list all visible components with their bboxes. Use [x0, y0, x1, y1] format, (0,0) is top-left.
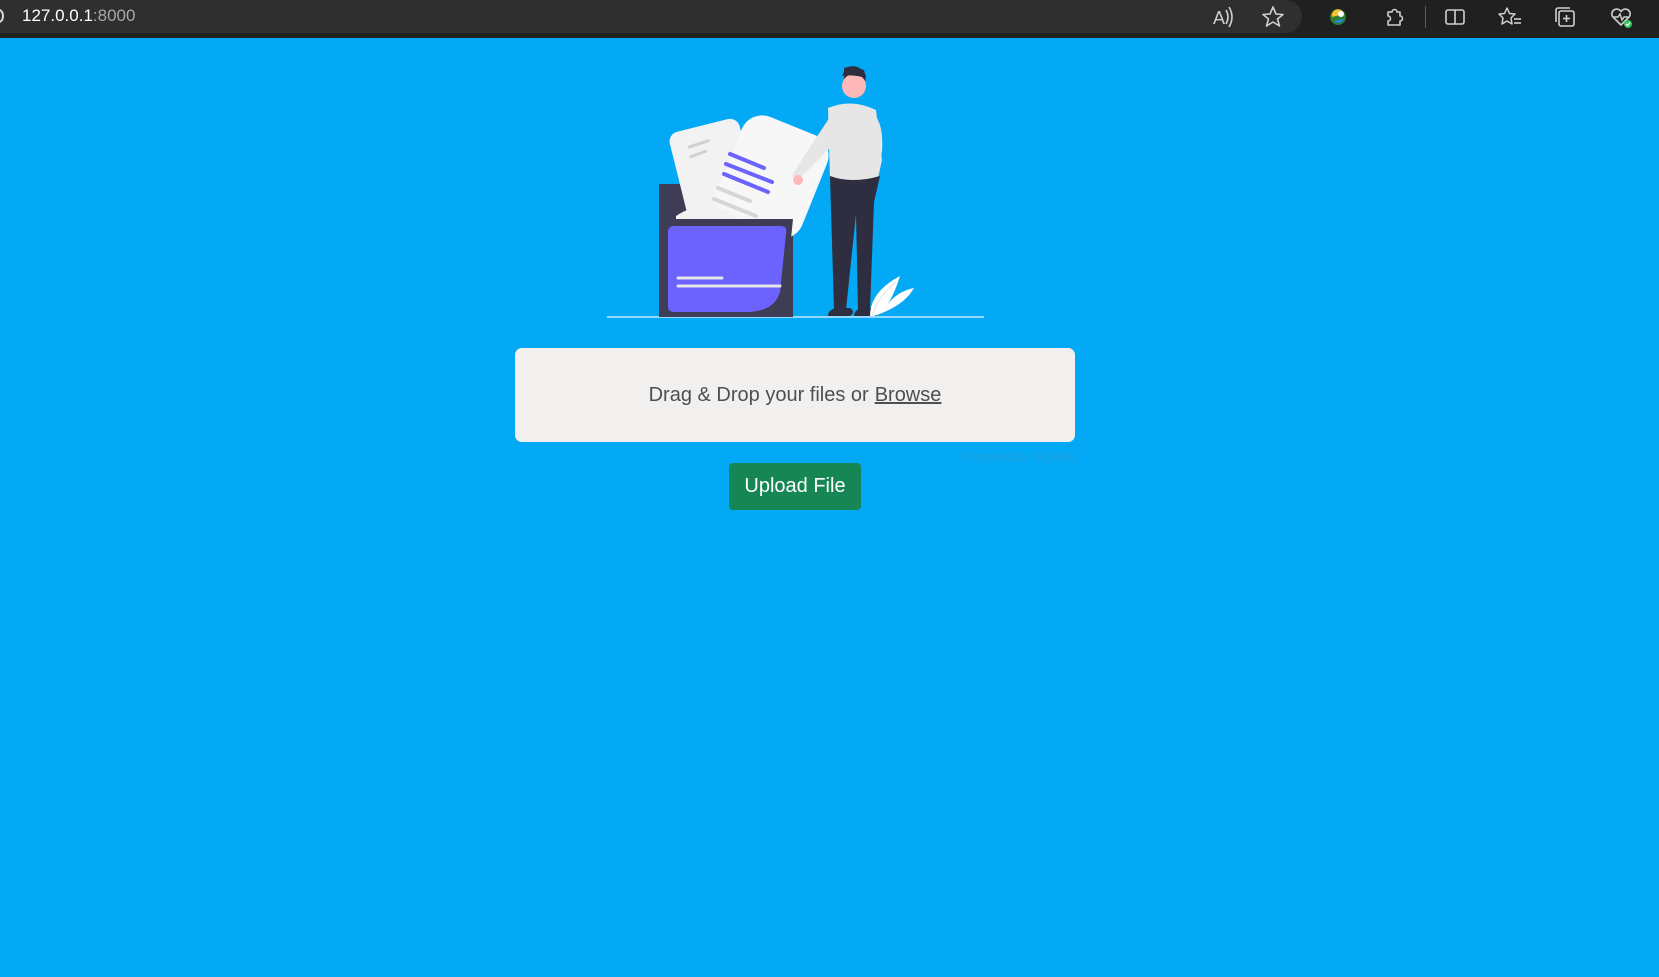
address-bar[interactable]: 127.0.0.1:8000 A — [0, 0, 1302, 33]
browser-toolbar: 127.0.0.1:8000 A — [0, 0, 1659, 38]
performance-heart-icon[interactable] — [1607, 3, 1635, 31]
drop-zone-label: Drag & Drop your files or — [648, 383, 869, 406]
file-drop-zone[interactable]: Drag & Drop your files or Browse — [515, 348, 1075, 442]
toolbar-separator — [1425, 6, 1426, 28]
url-host: 127.0.0.1 — [22, 6, 93, 25]
powered-by-credit[interactable]: Powered by PQINA — [900, 449, 1075, 464]
site-info-icon[interactable] — [0, 9, 4, 23]
split-screen-icon[interactable] — [1441, 3, 1469, 31]
favorite-star-icon[interactable] — [1259, 3, 1287, 31]
svg-text:A: A — [1213, 8, 1225, 28]
upload-file-button[interactable]: Upload File — [729, 463, 861, 510]
plant — [870, 276, 914, 317]
address-url[interactable]: 127.0.0.1:8000 — [22, 6, 135, 26]
browser-essentials-icon[interactable] — [1324, 3, 1352, 31]
file-folder-upload-illustration — [606, 64, 984, 320]
favorites-list-icon[interactable] — [1496, 3, 1524, 31]
read-aloud-icon[interactable]: A — [1209, 3, 1237, 31]
extensions-puzzle-icon[interactable] — [1380, 3, 1408, 31]
folder-front — [668, 226, 787, 312]
url-port: :8000 — [92, 6, 136, 25]
collections-icon[interactable] — [1551, 3, 1579, 31]
browse-link[interactable]: Browse — [875, 384, 942, 407]
illustration-graphic — [607, 66, 984, 318]
